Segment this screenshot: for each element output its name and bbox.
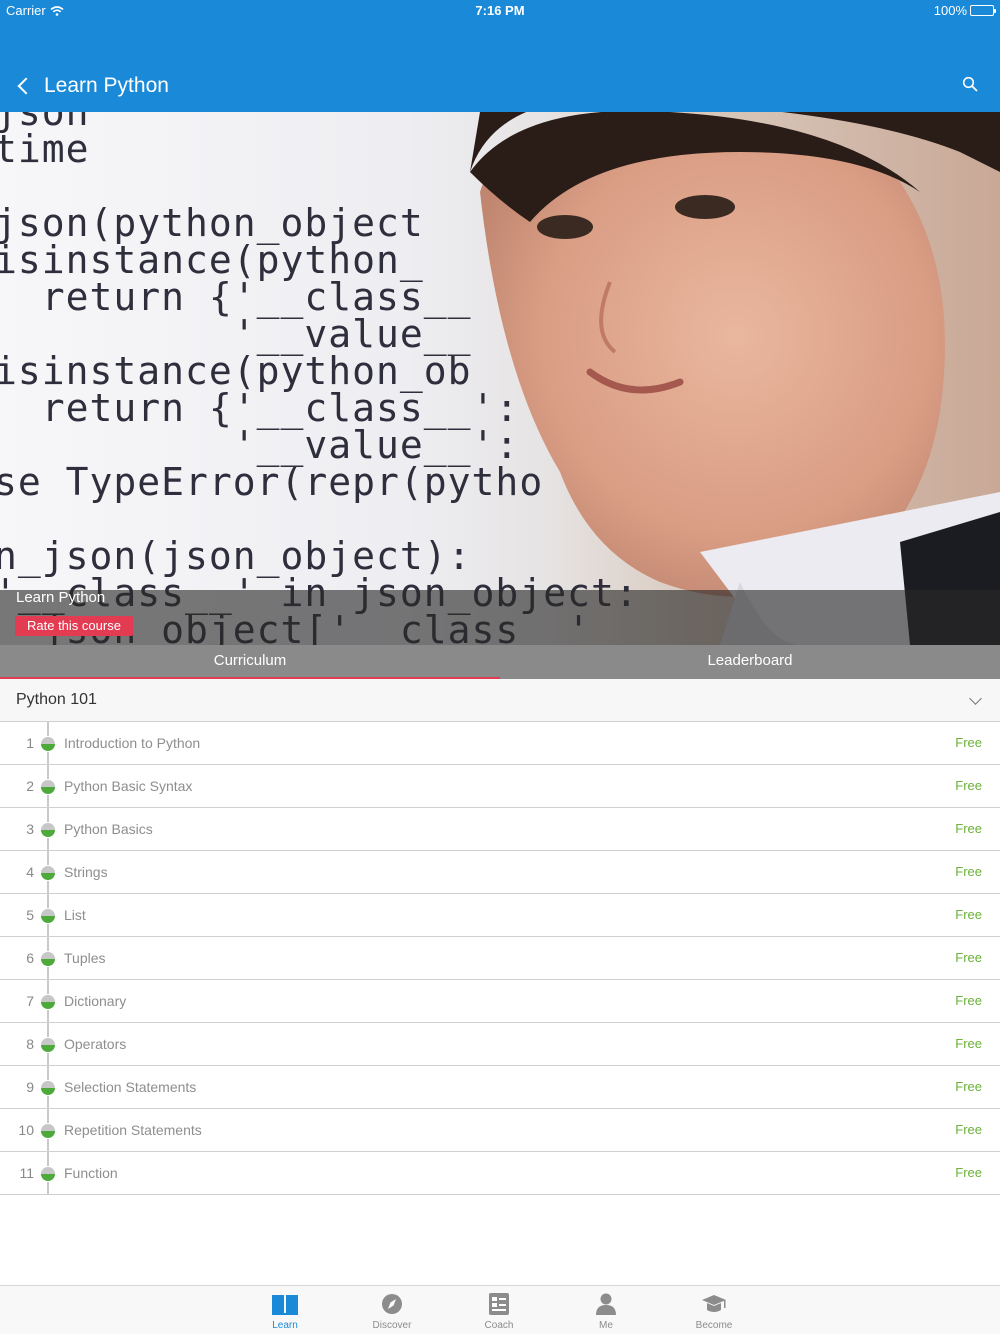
tabbar-label: Learn [272,1320,298,1331]
lesson-title: Python Basics [64,821,153,837]
progress-dot-icon [40,1123,56,1139]
battery-label: 100% [933,3,967,18]
lesson-price: Free [955,1122,982,1137]
lesson-title: Strings [64,864,108,880]
lesson-number: 2 [26,778,34,794]
lesson-price: Free [955,821,982,836]
status-time: 7:16 PM [475,3,525,18]
lesson-title: Dictionary [64,993,127,1009]
lesson-row[interactable]: 2 Python Basic Syntax Free [0,765,1000,808]
progress-dot-icon [40,865,56,881]
lesson-list: 1 Introduction to Python Free 2 Python Basic… [0,722,1000,1195]
tabbar-become[interactable]: Become [679,1292,749,1331]
chevron-left-icon [17,77,35,95]
lesson-title: Python Basic Syntax [64,778,193,794]
lesson-price: Free [955,864,982,879]
lesson-title: Introduction to Python [64,735,201,751]
lesson-number: 9 [26,1079,34,1095]
lesson-price: Free [955,1036,982,1051]
tabbar-discover[interactable]: Discover [357,1292,427,1331]
lesson-row[interactable]: 8 Operators Free [0,1023,1000,1066]
lesson-number: 10 [18,1122,34,1138]
lesson-row[interactable]: 11 Function Free [0,1152,1000,1195]
lesson-row[interactable]: 10 Repetition Statements Free [0,1109,1000,1152]
hero-caption-overlay [0,590,1000,645]
back-button[interactable]: Learn Python [14,74,169,98]
page-title: Learn Python [44,74,169,97]
course-hero-image: json time json(python_object isinstance(pyt… [0,112,1000,645]
top-bar: Carrier 7:16 PM 100% Learn Python [0,0,1000,112]
tab-curriculum[interactable]: Curriculum [0,645,500,679]
status-bar: Carrier 7:16 PM 100% [0,0,1000,22]
lesson-number: 11 [19,1165,34,1181]
lesson-title: Tuples [64,950,106,966]
bottom-tab-bar: Learn Discover Coach Me Become [0,1285,1000,1334]
graduation-cap-icon [702,1295,726,1312]
progress-dot-icon [40,908,56,924]
progress-dot-icon [40,1037,56,1053]
course-title: Learn Python [16,589,106,606]
lesson-number: 8 [26,1036,34,1052]
navigation-bar: Learn Python [0,70,1000,110]
lesson-price: Free [955,735,982,750]
lesson-row[interactable]: 3 Python Basics Free [0,808,1000,851]
tabbar-label: Me [599,1320,613,1331]
lesson-price: Free [955,907,982,922]
lesson-price: Free [955,1165,982,1180]
instructor-photo [470,112,1000,645]
tabbar-label: Become [695,1320,733,1331]
lesson-price: Free [955,993,982,1008]
lesson-price: Free [955,778,982,793]
compass-icon [382,1294,402,1314]
lesson-title: Function [64,1165,118,1181]
person-icon [596,1293,616,1315]
book-icon [272,1295,298,1315]
progress-dot-icon [40,994,56,1010]
chevron-down-icon [969,692,982,705]
lesson-number: 6 [26,950,34,966]
lesson-price: Free [955,950,982,965]
section-header[interactable]: Python 101 [0,679,1000,722]
lesson-number: 3 [26,821,34,837]
tabbar-label: Coach [484,1320,514,1331]
lesson-row[interactable]: 7 Dictionary Free [0,980,1000,1023]
lesson-number: 7 [26,993,34,1009]
lesson-row[interactable]: 5 List Free [0,894,1000,937]
lesson-number: 5 [26,907,34,923]
tabbar-me[interactable]: Me [571,1292,641,1331]
tabbar-coach[interactable]: Coach [464,1292,534,1331]
lesson-price: Free [955,1079,982,1094]
checklist-icon [489,1293,509,1315]
progress-dot-icon [40,1080,56,1096]
lesson-number: 1 [26,735,34,751]
tabbar-learn[interactable]: Learn [250,1292,320,1331]
battery-icon [970,5,996,16]
lesson-row[interactable]: 4 Strings Free [0,851,1000,894]
course-tabs: Curriculum Leaderboard [0,645,1000,679]
lesson-number: 4 [26,864,34,880]
progress-dot-icon [40,951,56,967]
lesson-row[interactable]: 9 Selection Statements Free [0,1066,1000,1109]
lesson-title: Selection Statements [64,1079,197,1095]
tabbar-label: Discover [372,1320,412,1331]
lesson-title: List [64,907,86,923]
lesson-title: Repetition Statements [64,1122,202,1138]
progress-dot-icon [40,736,56,752]
progress-dot-icon [40,1166,56,1182]
lesson-row[interactable]: 6 Tuples Free [0,937,1000,980]
progress-dot-icon [40,822,56,838]
lesson-title: Operators [64,1036,127,1052]
lesson-row[interactable]: 1 Introduction to Python Free [0,722,1000,765]
tab-leaderboard[interactable]: Leaderboard [500,645,1000,679]
search-icon[interactable] [962,76,978,92]
progress-dot-icon [40,779,56,795]
battery-indicator: 100% [933,3,996,18]
rate-course-button[interactable]: Rate this course [15,616,133,636]
section-title: Python 101 [16,691,97,708]
